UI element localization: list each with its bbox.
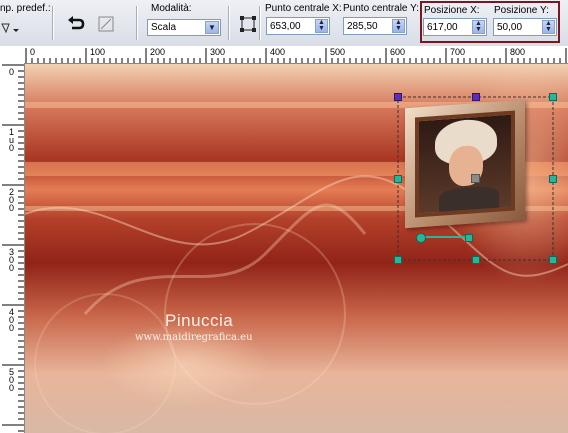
ruler-label: 0 [30, 47, 36, 57]
pick-tool-options-bar: np. predef.: Modalità: Scala ▼ Punto cen… [0, 0, 568, 47]
ruler-label: 400 [270, 47, 286, 57]
horizontal-ruler: 0 100 200 300 400 500 600 700 800 [24, 46, 568, 64]
pos-y-label: Posizione Y: [494, 5, 549, 16]
selection-bounding-box [397, 96, 554, 261]
pos-y-value: 50,00 [497, 22, 523, 33]
ruler-label: 300 [210, 47, 226, 57]
corner-handle-bottom-right[interactable] [549, 256, 557, 264]
ruler-label: 3 0 0 [9, 247, 15, 273]
vertical-ruler: 0 1 u 0 2 0 0 3 0 0 4 0 0 5 0 0 [0, 63, 25, 433]
spin-arrows-icon[interactable]: ▲ ▼ [542, 20, 555, 34]
corner-handle-bottom-left[interactable] [394, 256, 402, 264]
ruler-label: 0 [9, 67, 15, 77]
pos-y-field[interactable]: 50,00 ▲ ▼ [493, 18, 557, 36]
separator [136, 6, 138, 40]
center-y-field[interactable]: 285,50 ▲ ▼ [343, 17, 407, 35]
edge-handle-left[interactable] [394, 175, 402, 183]
center-x-value: 653,00 [270, 21, 301, 32]
ruler-label: 800 [510, 47, 526, 57]
separator [228, 6, 230, 40]
edge-handle-right[interactable] [549, 175, 557, 183]
pivot-point-handle[interactable] [471, 174, 480, 183]
edge-handle-bottom[interactable] [472, 256, 480, 264]
edge-handle-top[interactable] [472, 93, 480, 101]
spin-arrows-icon[interactable]: ▲ ▼ [472, 20, 485, 34]
mode-select[interactable]: Scala ▼ [147, 19, 221, 36]
pos-x-value: 617,00 [427, 22, 458, 33]
spin-arrows-icon[interactable]: ▲ ▼ [315, 19, 328, 33]
center-x-label: Punto centrale X: [265, 3, 342, 14]
ruler-label: 1 u 0 [9, 127, 15, 153]
corner-handle-top-right[interactable] [549, 93, 557, 101]
ruler-corner [0, 46, 25, 64]
separator [52, 6, 54, 40]
rotation-pivot-handle[interactable] [416, 233, 426, 243]
pos-x-field[interactable]: 617,00 ▲ ▼ [423, 18, 487, 36]
pos-x-label: Posizione X: [424, 5, 480, 16]
ruler-label: 200 [150, 47, 166, 57]
rotation-handle[interactable] [465, 234, 473, 242]
center-object-button[interactable] [238, 14, 258, 34]
ruler-label: 500 [330, 47, 346, 57]
ruler-ticks [25, 48, 567, 63]
preset-label: np. predef.: [0, 3, 51, 14]
transform-box-icon [98, 16, 114, 32]
reset-rectangle-button[interactable] [66, 14, 86, 34]
free-transform-button[interactable] [96, 14, 116, 34]
center-x-field[interactable]: 653,00 ▲ ▼ [266, 17, 330, 35]
mode-label: Modalità: [151, 3, 192, 14]
undo-arrow-icon [68, 16, 85, 30]
ruler-label: 600 [390, 47, 406, 57]
mode-value: Scala [151, 22, 177, 33]
bounding-box-icon [240, 16, 256, 32]
ruler-label: 5 0 0 [9, 367, 15, 393]
chevron-down-icon[interactable]: ▼ [205, 21, 219, 34]
preset-dropdown[interactable] [0, 20, 20, 40]
center-y-label: Punto centrale Y: [343, 3, 419, 14]
center-y-value: 285,50 [347, 21, 378, 32]
ruler-label: 4 0 0 [9, 307, 15, 333]
corner-handle-top-left[interactable] [394, 93, 402, 101]
canvas-workspace[interactable]: Pinuccia www.maidiregrafica.eu [25, 64, 568, 433]
ruler-label: 700 [450, 47, 466, 57]
preset-arrow-icon [1, 23, 19, 34]
ruler-label: 100 [90, 47, 106, 57]
spin-arrows-icon[interactable]: ▲ ▼ [392, 19, 405, 33]
separator [259, 6, 261, 40]
ruler-label: 2 0 0 [9, 187, 15, 213]
